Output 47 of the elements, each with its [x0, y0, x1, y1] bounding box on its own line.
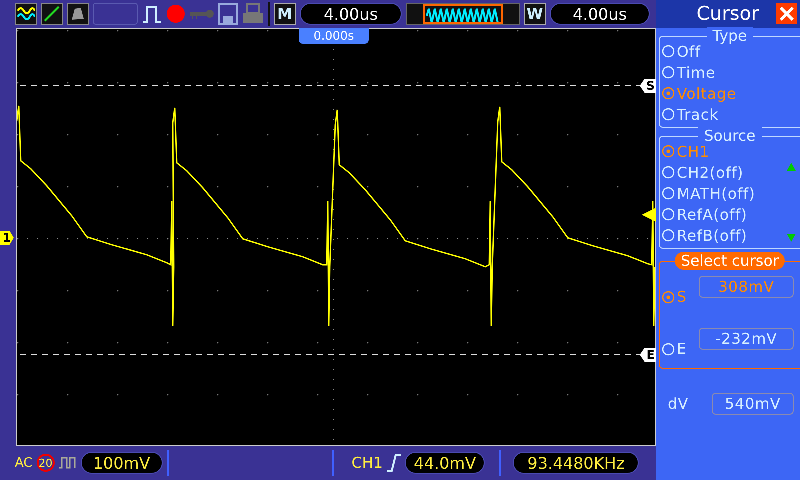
- channel-marker: 1: [0, 231, 14, 245]
- mode-label[interactable]: M: [274, 3, 296, 25]
- option-label[interactable]: Voltage: [677, 84, 737, 102]
- cursor-value-field[interactable]: 308mV: [699, 276, 794, 298]
- printer-icon[interactable]: [242, 3, 264, 25]
- option-label[interactable]: RefB(off): [677, 226, 748, 244]
- noise-icon[interactable]: [67, 3, 89, 25]
- trigger-position-label: 0.000s: [299, 28, 369, 44]
- group-title: Type: [706, 27, 754, 45]
- frequency-readout: 93.4480KHz: [513, 452, 640, 474]
- radio-button[interactable]: [662, 145, 675, 158]
- option-label[interactable]: CH1: [677, 142, 710, 160]
- panel-title: Cursor: [696, 3, 760, 25]
- delta-label: dV: [668, 394, 690, 412]
- radio-button[interactable]: [662, 290, 675, 304]
- option-label[interactable]: RefA(off): [677, 206, 748, 224]
- scroll-up-icon[interactable]: [787, 163, 796, 171]
- trigger-source-label: CH1: [352, 454, 384, 472]
- radio-button[interactable]: [662, 87, 675, 100]
- delta-value-field: 540mV: [712, 392, 794, 414]
- group-title: Select cursor: [674, 252, 786, 270]
- close-button[interactable]: [776, 3, 797, 24]
- window-label[interactable]: W: [524, 3, 546, 25]
- option-label[interactable]: MATH(off): [677, 184, 756, 202]
- trigger-level-icon: [642, 208, 656, 222]
- option-label[interactable]: CH2(off): [677, 164, 744, 182]
- rising-edge-icon: [387, 454, 402, 472]
- scroll-down-icon[interactable]: [787, 234, 796, 242]
- option-label[interactable]: Track: [677, 106, 719, 124]
- trigger-level: 44.0mV: [405, 452, 486, 474]
- cursor-label[interactable]: S: [677, 288, 688, 306]
- coupling-label: AC: [15, 456, 33, 470]
- cursor-value-field[interactable]: -232mV: [698, 328, 794, 350]
- bandwidth-limit-label: 20: [36, 454, 55, 472]
- line-icon[interactable]: [41, 3, 63, 25]
- main-timebase: 4.00us: [300, 3, 402, 25]
- empty-slot: [93, 3, 138, 25]
- window-timebase: 4.00us: [550, 3, 650, 25]
- waveform-icon[interactable]: [15, 3, 37, 25]
- pulse-icon: [58, 456, 77, 470]
- option-label[interactable]: Off: [677, 42, 701, 60]
- pulse-icon[interactable]: [142, 4, 162, 24]
- cursor-label[interactable]: E: [677, 340, 687, 358]
- save-icon[interactable]: [218, 3, 238, 25]
- close-icon: [780, 6, 794, 20]
- option-label[interactable]: Time: [677, 64, 716, 82]
- ch1-scale: 100mV: [80, 452, 163, 474]
